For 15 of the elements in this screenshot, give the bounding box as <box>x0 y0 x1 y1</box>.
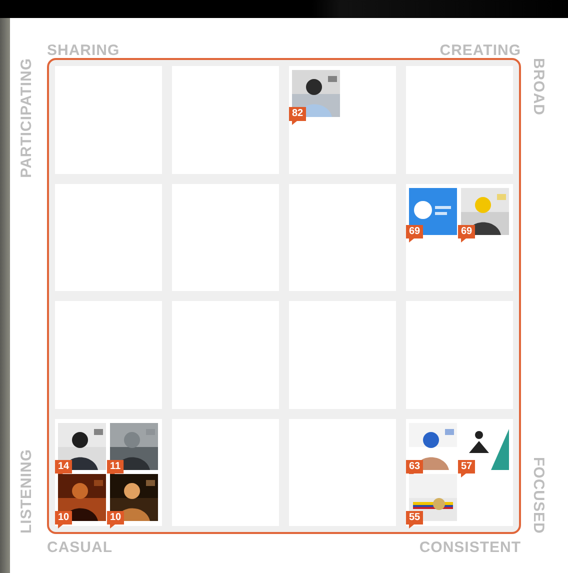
axis-label: CONSISTENT <box>419 540 521 555</box>
score-badge: 55 <box>406 510 424 528</box>
axis-label: BROAD <box>530 58 546 116</box>
axis-label: CASUAL <box>47 540 112 555</box>
score-badge: 69 <box>406 224 424 242</box>
axis-label: LISTENING <box>19 449 35 534</box>
axis-label: CREATING <box>440 43 521 58</box>
score-badge: 10 <box>55 510 72 528</box>
score-badge: 69 <box>458 224 476 242</box>
score-badge: 57 <box>458 460 476 478</box>
score-badge: 82 <box>289 107 306 125</box>
axis-label: SHARING <box>47 43 120 58</box>
score-badge: 10 <box>107 510 124 528</box>
axis-label: FOCUSED <box>530 457 546 534</box>
axis-label: PARTICIPATING <box>19 58 35 178</box>
